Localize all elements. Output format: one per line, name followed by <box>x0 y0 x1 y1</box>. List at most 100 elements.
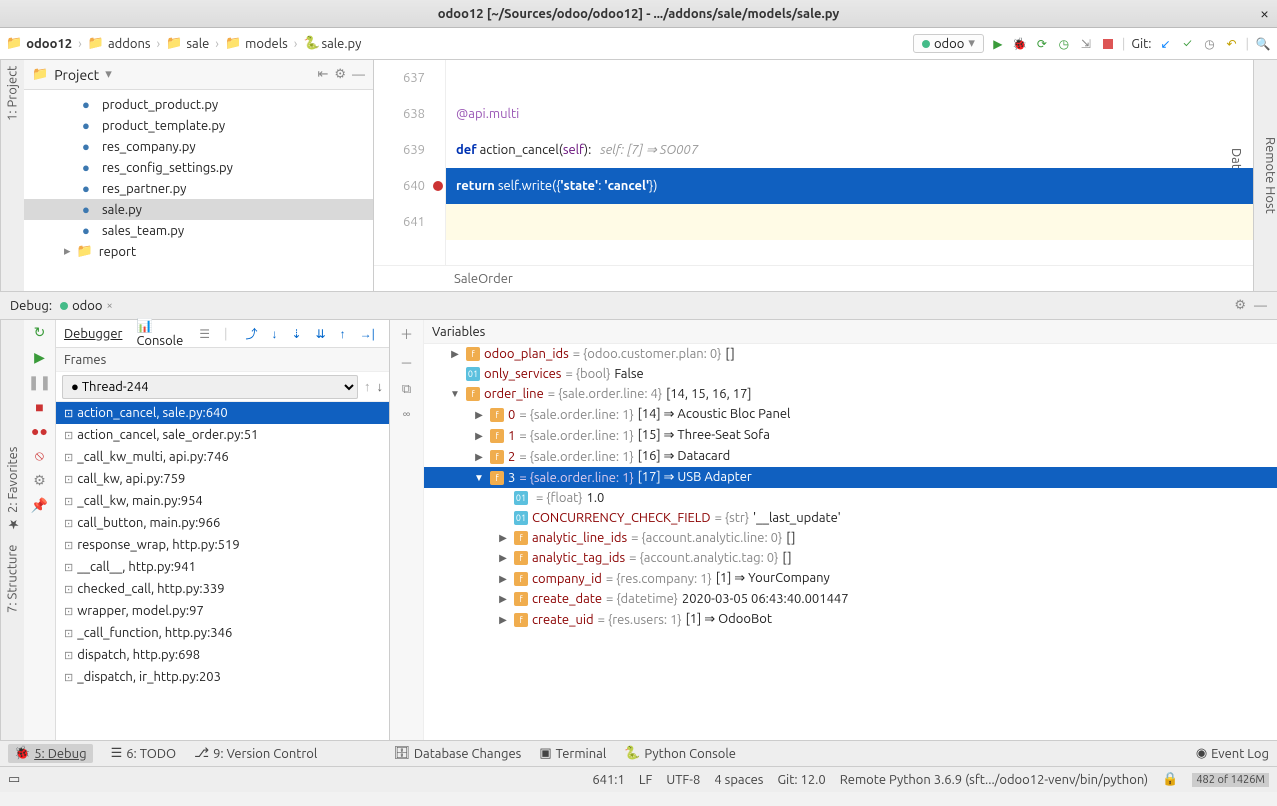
var-row[interactable]: ▶f 2 = {sale.order.line: 1} [16] ⇒ Datac… <box>424 446 1277 467</box>
code-editor[interactable]: 637638639640641 @api.multi def action_ca… <box>374 60 1253 291</box>
stack-frames[interactable]: ⊡ action_cancel, sale.py:640⊡ action_can… <box>56 402 389 740</box>
debug-hide-icon[interactable]: — <box>1254 299 1267 313</box>
run-icon[interactable]: ▶ <box>990 36 1006 52</box>
folder-report[interactable]: ▸ 📁 report <box>24 241 373 262</box>
layout-icon[interactable]: ☰ <box>199 327 210 341</box>
var-row[interactable]: ▼f order_line = {sale.order.line: 4} [14… <box>424 384 1277 404</box>
tab-event-log[interactable]: ◉ Event Log <box>1196 746 1269 761</box>
file-res_partner-py[interactable]: ●res_partner.py <box>24 178 373 199</box>
duplicate-icon[interactable]: ⧉ <box>402 382 411 397</box>
stack-frame[interactable]: ⊡ action_cancel, sale.py:640 <box>56 402 389 424</box>
file-sales_team-py[interactable]: ●sales_team.py <box>24 220 373 241</box>
file-sale-py[interactable]: ●sale.py <box>24 199 373 220</box>
stack-frame[interactable]: ⊡ wrapper, model.py:97 <box>56 600 389 622</box>
step-over-icon[interactable]: ⤴ <box>246 325 258 342</box>
tab-debug[interactable]: 🐞 5: Debug <box>8 744 93 763</box>
git-revert-icon[interactable]: ↶ <box>1224 36 1240 52</box>
stack-frame[interactable]: ⊡ dispatch, http.py:698 <box>56 644 389 666</box>
resume-icon[interactable]: ▶ <box>34 349 45 366</box>
stack-frame[interactable]: ⊡ response_wrap, http.py:519 <box>56 534 389 556</box>
collapse-icon[interactable]: ⇤ <box>317 67 328 82</box>
variables-tree[interactable]: ▶f odoo_plan_ids = {odoo.customer.plan: … <box>424 344 1277 630</box>
rerun-icon[interactable]: ↻ <box>34 324 46 341</box>
step-into-icon[interactable]: ↓ <box>272 327 278 341</box>
stack-frame[interactable]: ⊡ _call_function, http.py:346 <box>56 622 389 644</box>
settings-icon[interactable]: ⚙ <box>33 472 46 489</box>
git-history-icon[interactable]: ◷ <box>1202 36 1218 52</box>
mute-breakpoints-icon[interactable]: ⦸ <box>35 447 44 464</box>
var-row[interactable]: 01 = {float} 1.0 <box>424 488 1277 508</box>
remove-watch-icon[interactable]: － <box>400 353 413 372</box>
coverage-icon[interactable]: ⟳ <box>1034 36 1050 52</box>
tab-todo[interactable]: ☰ 6: TODO <box>111 746 177 761</box>
file-product_template-py[interactable]: ●product_template.py <box>24 115 373 136</box>
lock-icon[interactable]: 🔒 <box>1162 772 1178 787</box>
ide-menu-icon[interactable]: ▭ <box>8 772 20 787</box>
stop-icon[interactable] <box>1100 36 1116 52</box>
search-icon[interactable]: 🔍 <box>1255 36 1271 52</box>
var-row[interactable]: ▶f 0 = {sale.order.line: 1} [14] ⇒ Acous… <box>424 404 1277 425</box>
stack-frame[interactable]: ⊡ _dispatch, ir_http.py:203 <box>56 666 389 688</box>
left-tool-tabs[interactable]: 7: Structure ★ 2: Favorites <box>0 320 24 740</box>
close-icon[interactable]: × <box>1260 5 1269 23</box>
run-config-selector[interactable]: odoo ▾ <box>913 34 984 53</box>
stack-frame[interactable]: ⊡ __call__, http.py:941 <box>56 556 389 578</box>
debug-icon[interactable]: 🐞 <box>1012 36 1028 52</box>
stack-frame[interactable]: ⊡ call_button, main.py:966 <box>56 512 389 534</box>
git-pull-icon[interactable]: ↙ <box>1158 36 1174 52</box>
prev-frame-icon[interactable]: ↑ <box>364 379 371 394</box>
tab-vcs[interactable]: ⎇ 9: Version Control <box>194 746 317 761</box>
stack-frame[interactable]: ⊡ action_cancel, sale_order.py:51 <box>56 424 389 446</box>
var-row[interactable]: ▶f 1 = {sale.order.line: 1} [15] ⇒ Three… <box>424 425 1277 446</box>
project-tree[interactable]: ●product_product.py●product_template.py●… <box>24 90 373 291</box>
var-row[interactable]: ▶f analytic_tag_ids = {account.analytic.… <box>424 548 1277 568</box>
file-res_config_settings-py[interactable]: ●res_config_settings.py <box>24 157 373 178</box>
var-row[interactable]: ▼f 3 = {sale.order.line: 1} [17] ⇒ USB A… <box>424 467 1277 488</box>
tab-terminal[interactable]: ▣ Terminal <box>539 746 606 761</box>
pin-icon[interactable]: 📌 <box>31 497 48 514</box>
stack-frame[interactable]: ⊡ call_kw, api.py:759 <box>56 468 389 490</box>
stop-debug-icon[interactable]: ■ <box>35 399 43 415</box>
force-step-icon[interactable]: ⇊ <box>316 327 326 341</box>
var-row[interactable]: ▶f odoo_plan_ids = {odoo.customer.plan: … <box>424 344 1277 364</box>
line-ending[interactable]: LF <box>639 773 652 787</box>
var-row[interactable]: ▶f create_date = {datetime} 2020-03-05 0… <box>424 589 1277 609</box>
file-res_company-py[interactable]: ●res_company.py <box>24 136 373 157</box>
attach-icon[interactable]: ⇲ <box>1078 36 1094 52</box>
python-interpreter[interactable]: Remote Python 3.6.9 (sft.../odoo12-venv/… <box>840 773 1148 787</box>
gear-icon[interactable]: ⚙ <box>334 67 346 82</box>
add-watch-icon[interactable]: ＋ <box>400 324 413 343</box>
var-row[interactable]: ▶f analytic_line_ids = {account.analytic… <box>424 528 1277 548</box>
run-to-cursor-icon[interactable]: →| <box>360 327 375 341</box>
profile-icon[interactable]: ◷ <box>1056 36 1072 52</box>
hide-icon[interactable]: — <box>352 68 365 82</box>
var-row[interactable]: ▶f company_id = {res.company: 1} [1] ⇒ Y… <box>424 568 1277 589</box>
stack-frame[interactable]: ⊡ _call_kw_multi, api.py:746 <box>56 446 389 468</box>
next-frame-icon[interactable]: ↓ <box>377 379 384 394</box>
git-branch[interactable]: Git: 12.0 <box>777 773 825 787</box>
file-product_product-py[interactable]: ●product_product.py <box>24 94 373 115</box>
tab-db-changes[interactable]: 🗄 Database Changes <box>393 746 521 761</box>
view-breakpoints-icon[interactable]: ●● <box>31 423 48 439</box>
pause-icon[interactable]: ❚❚ <box>28 374 51 391</box>
tab-python-console[interactable]: 🐍 Python Console <box>624 746 736 761</box>
step-out-icon[interactable]: ↑ <box>340 327 346 341</box>
debug-config[interactable]: odoo × <box>60 299 113 313</box>
step-into-my-icon[interactable]: ⇣ <box>292 327 302 341</box>
tab-debugger[interactable]: Debugger <box>62 325 124 343</box>
memory-indicator[interactable]: 482 of 1426M <box>1192 773 1269 787</box>
git-commit-icon[interactable]: ✓ <box>1180 36 1196 52</box>
editor-breadcrumb[interactable]: SaleOrder <box>374 265 1253 291</box>
var-row[interactable]: 01 only_services = {bool} False <box>424 364 1277 384</box>
indent-info[interactable]: 4 spaces <box>714 773 763 787</box>
tab-console[interactable]: 📊 Console <box>134 317 185 350</box>
debug-gear-icon[interactable]: ⚙ <box>1234 298 1246 313</box>
thread-selector[interactable]: ● Thread-244 <box>62 375 358 399</box>
project-tool-tab[interactable]: 1: Project <box>0 60 24 291</box>
stack-frame[interactable]: ⊡ _call_kw, main.py:954 <box>56 490 389 512</box>
var-row[interactable]: 01 CONCURRENCY_CHECK_FIELD = {str} '__la… <box>424 508 1277 528</box>
breadcrumb[interactable]: 📁 odoo12 › 📁 addons › 📁 sale › 📁 models … <box>6 36 361 51</box>
show-watches-icon[interactable]: ∞ <box>403 407 411 421</box>
file-encoding[interactable]: UTF-8 <box>666 773 700 787</box>
stack-frame[interactable]: ⊡ checked_call, http.py:339 <box>56 578 389 600</box>
